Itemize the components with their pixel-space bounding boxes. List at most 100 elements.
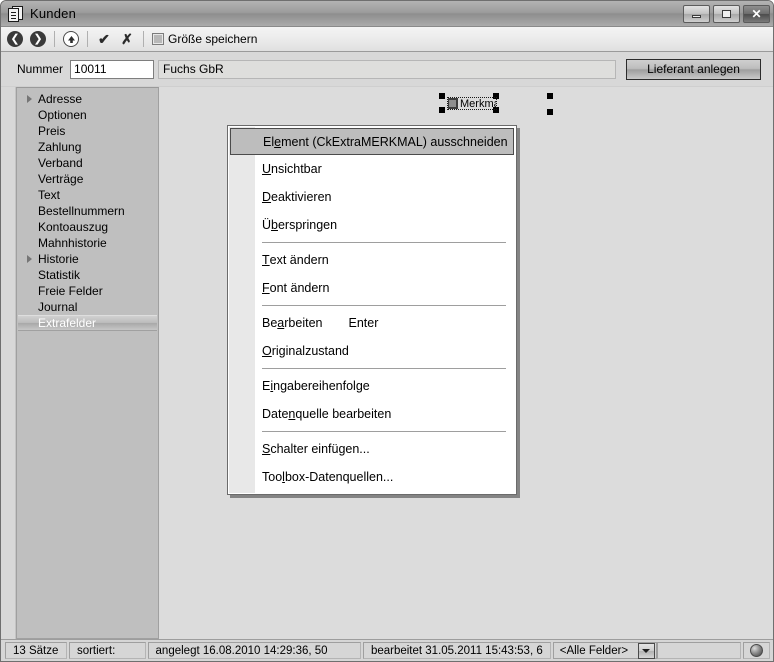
menu-accel: b: [271, 218, 278, 232]
left-gutter: [1, 87, 16, 639]
tree-item-verband[interactable]: Verband: [17, 155, 158, 171]
checkmark-icon: ✔: [98, 31, 110, 47]
nummer-input[interactable]: [70, 59, 155, 79]
tree-item-optionen[interactable]: Optionen: [17, 107, 158, 123]
menu-shortcut: Enter: [348, 316, 379, 330]
document-stack-icon: [8, 5, 24, 22]
toolbar-separator: [87, 31, 88, 47]
menu-label-post: ngabereihenfolge: [273, 379, 370, 393]
menu-label-post: riginalzustand: [271, 344, 349, 358]
tree-item-bestellnummern[interactable]: Bestellnummern: [17, 203, 158, 219]
tree-item-label: Zahlung: [38, 140, 82, 154]
checkbox-icon[interactable]: [448, 98, 458, 109]
close-button[interactable]: ✕: [743, 4, 770, 23]
menu-label-pre: E: [262, 379, 271, 393]
menu-item-datenquelle-bearbeiten[interactable]: Date n quelle bearbeiten: [228, 400, 516, 428]
resize-handle-bottom[interactable]: [547, 109, 553, 115]
save-size-toggle[interactable]: Größe speichern: [152, 32, 257, 46]
status-blank-cell: [656, 642, 741, 659]
menu-label-pre: Ü: [262, 218, 272, 232]
forward-button[interactable]: ❯: [28, 29, 48, 49]
merkmal-checkbox-element[interactable]: Merkmal: [447, 97, 497, 110]
menu-label-post: erspringen: [277, 218, 338, 232]
menu-separator: [262, 431, 506, 432]
adjacent-element-handles[interactable]: [547, 93, 559, 115]
menu-accel: F: [262, 281, 270, 295]
menu-item-originalzustand[interactable]: Originalzustand: [228, 337, 516, 365]
resize-handle-bottom-left[interactable]: [439, 107, 445, 113]
selected-form-element[interactable]: Merkmal: [439, 93, 499, 113]
menu-label-post: eaktivieren: [271, 190, 332, 204]
toolbar: ❮ ❯ ✔ ✗ Größe speichern: [1, 27, 773, 52]
menu-accel: T: [262, 253, 270, 267]
tree-item-extrafelder[interactable]: Extrafelder: [18, 315, 157, 331]
menu-item-element-ausschneiden[interactable]: El e ment (CkExtraMERKMAL) ausschneiden: [230, 128, 514, 155]
tree-item-label: Bestellnummern: [38, 204, 125, 218]
menu-item-text-aendern[interactable]: Text ändern: [228, 246, 516, 274]
tree-item-label: Statistik: [38, 268, 81, 282]
menu-item-unsichtbar[interactable]: Unsichtbar: [228, 155, 516, 183]
chevron-down-icon[interactable]: [637, 642, 655, 659]
back-button[interactable]: ❮: [5, 29, 25, 49]
tree-item-mahnhistorie[interactable]: Mahnhistorie: [17, 235, 158, 251]
tree-item-journal[interactable]: Journal: [17, 299, 158, 315]
menu-accel: S: [262, 442, 271, 456]
menu-item-eingabereihenfolge[interactable]: Ei ngabereihenfolge: [228, 372, 516, 400]
window-title: Kunden: [30, 6, 77, 21]
back-arrow-icon: ❮: [7, 31, 23, 47]
tree-item-statistik[interactable]: Statistik: [17, 267, 158, 283]
tree-item-historie[interactable]: Historie: [17, 251, 158, 267]
confirm-button[interactable]: ✔: [94, 29, 114, 49]
field-filter-value: <Alle Felder>: [559, 644, 629, 657]
status-created: angelegt 16.08.2010 14:29:36, 50: [147, 642, 361, 659]
form-design-surface[interactable]: Merkmal Element (CkExtraMERKMAL) ausschn…: [159, 87, 773, 639]
tree-item-vertraege[interactable]: Verträge: [17, 171, 158, 187]
tree-item-label: Kontoauszug: [38, 220, 109, 234]
tree-item-label: Preis: [38, 124, 66, 138]
tree-item-kontoauszug[interactable]: Kontoauszug: [17, 219, 158, 235]
resize-handle-top[interactable]: [547, 93, 553, 99]
navigation-tree[interactable]: Adresse Optionen Preis Zahlung Verband V…: [16, 87, 159, 639]
menu-label-post: rbeiten: [284, 316, 323, 330]
menu-item-schalter-einfuegen[interactable]: Schalter einfügen...: [228, 435, 516, 463]
tree-item-label: Extrafelder: [38, 316, 97, 330]
menu-item-font-aendern[interactable]: Font ändern: [228, 274, 516, 302]
menu-item-toolbox-datenquellen[interactable]: Too l box-Datenquellen...: [228, 463, 516, 491]
cross-icon: ✗: [121, 31, 133, 47]
menu-label-pre: Date: [262, 407, 289, 421]
expand-arrow-icon[interactable]: [23, 95, 35, 103]
save-size-checkbox[interactable]: [152, 33, 164, 45]
up-button[interactable]: [61, 29, 81, 49]
tree-item-text[interactable]: Text: [17, 187, 158, 203]
title-bar[interactable]: Kunden ✕: [1, 1, 773, 27]
field-filter-combo[interactable]: <Alle Felder>: [552, 642, 657, 659]
menu-label-post: ont ändern: [269, 281, 330, 295]
company-name-input[interactable]: [158, 59, 616, 79]
tree-item-zahlung[interactable]: Zahlung: [17, 139, 158, 155]
menu-item-ueberspringen[interactable]: Üb erspringen: [228, 211, 516, 239]
menu-label-post: nsichtbar: [271, 162, 322, 176]
maximize-button[interactable]: [713, 4, 740, 23]
expand-arrow-icon[interactable]: [23, 255, 35, 263]
menu-label-post: chalter einfügen...: [270, 442, 370, 456]
menu-label-post: quelle bearbeiten: [295, 407, 392, 421]
create-supplier-button[interactable]: Lieferant anlegen: [626, 58, 761, 80]
tree-item-adresse[interactable]: Adresse: [17, 91, 158, 107]
tree-item-label: Mahnhistorie: [38, 236, 107, 250]
status-globe-cell[interactable]: [742, 642, 770, 659]
tree-item-label: Historie: [38, 252, 79, 266]
tree-item-preis[interactable]: Preis: [17, 123, 158, 139]
menu-item-deaktivieren[interactable]: Deaktivieren: [228, 183, 516, 211]
minimize-button[interactable]: [683, 4, 710, 23]
cancel-button[interactable]: ✗: [117, 29, 137, 49]
tree-item-freie-felder[interactable]: Freie Felder: [17, 283, 158, 299]
globe-icon[interactable]: [749, 644, 763, 657]
context-menu[interactable]: El e ment (CkExtraMERKMAL) ausschneiden Un…: [227, 125, 517, 495]
resize-handle-top-left[interactable]: [439, 93, 445, 99]
menu-item-bearbeiten[interactable]: Be a rbeiten Enter: [228, 309, 516, 337]
tree-item-label: Text: [38, 188, 61, 202]
menu-label-pre: El: [263, 134, 275, 149]
status-edited: bearbeitet 31.05.2011 15:43:53, 6: [362, 642, 551, 659]
menu-label-pre: Too: [262, 470, 283, 484]
tree-item-label: Adresse: [38, 92, 83, 106]
